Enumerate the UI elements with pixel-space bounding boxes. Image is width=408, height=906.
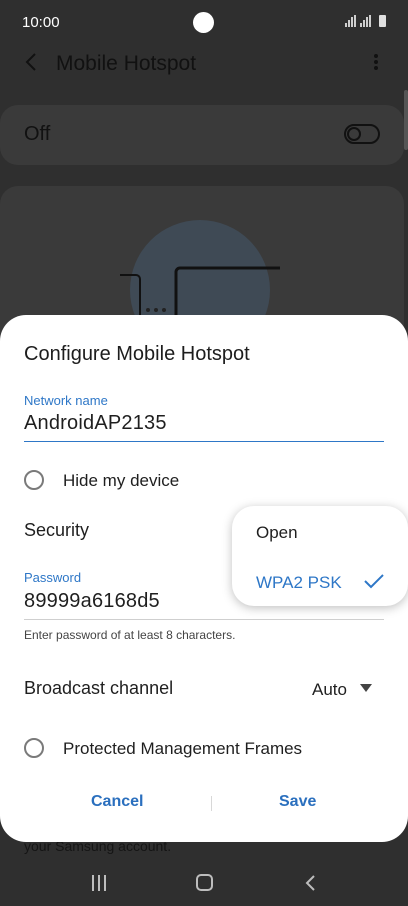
toggle-label: Off <box>24 123 51 145</box>
check-icon <box>364 574 384 589</box>
password-input[interactable]: 89999a6168d5 <box>24 590 160 613</box>
pmf-radio-icon[interactable] <box>24 738 44 758</box>
status-time: 10:00 <box>22 14 60 31</box>
switch-icon[interactable] <box>344 124 380 144</box>
nav-home-icon[interactable] <box>196 874 213 891</box>
network-name-label: Network name <box>24 393 108 408</box>
system-icons <box>345 15 386 27</box>
battery-icon <box>379 15 386 27</box>
password-hint: Enter password of at least 8 characters. <box>24 628 236 642</box>
nav-back-icon[interactable] <box>302 874 320 892</box>
security-label[interactable]: Security <box>24 520 89 541</box>
password-label: Password <box>24 570 82 585</box>
cancel-button[interactable]: Cancel <box>91 793 143 811</box>
hide-device-label[interactable]: Hide my device <box>63 471 179 491</box>
save-button[interactable]: Save <box>279 793 316 811</box>
app-header: Mobile Hotspot <box>0 46 408 86</box>
security-options-popup: Open WPA2 PSK <box>232 506 408 606</box>
security-option-open[interactable]: Open <box>256 523 298 543</box>
broadcast-channel-label: Broadcast channel <box>24 678 174 698</box>
password-underline <box>24 619 384 620</box>
broadcast-channel-select[interactable]: Auto <box>312 680 347 700</box>
camera-cutout <box>193 12 214 33</box>
back-icon[interactable] <box>20 50 44 74</box>
navigation-bar <box>0 860 408 906</box>
hotspot-toggle-row[interactable]: Off <box>0 105 404 165</box>
security-option-wpa2-psk[interactable]: WPA2 PSK <box>256 573 342 593</box>
caret-down-icon[interactable] <box>360 684 372 694</box>
pmf-label[interactable]: Protected Management Frames <box>63 739 302 759</box>
scrollbar <box>404 90 408 150</box>
dialog-title: Configure Mobile Hotspot <box>24 343 250 365</box>
status-bar: 10:00 <box>0 0 408 46</box>
page-title: Mobile Hotspot <box>56 52 197 75</box>
nav-recent-icon[interactable] <box>90 874 108 892</box>
button-divider <box>211 796 212 811</box>
hide-device-radio-icon[interactable] <box>24 470 44 490</box>
cell-signal-icon <box>360 15 371 27</box>
network-name-underline <box>24 441 384 442</box>
wifi-signal-icon <box>345 15 356 27</box>
devices-illustration-icon <box>120 220 280 330</box>
network-name-input[interactable]: AndroidAP2135 <box>24 412 167 435</box>
more-icon[interactable] <box>364 50 388 74</box>
